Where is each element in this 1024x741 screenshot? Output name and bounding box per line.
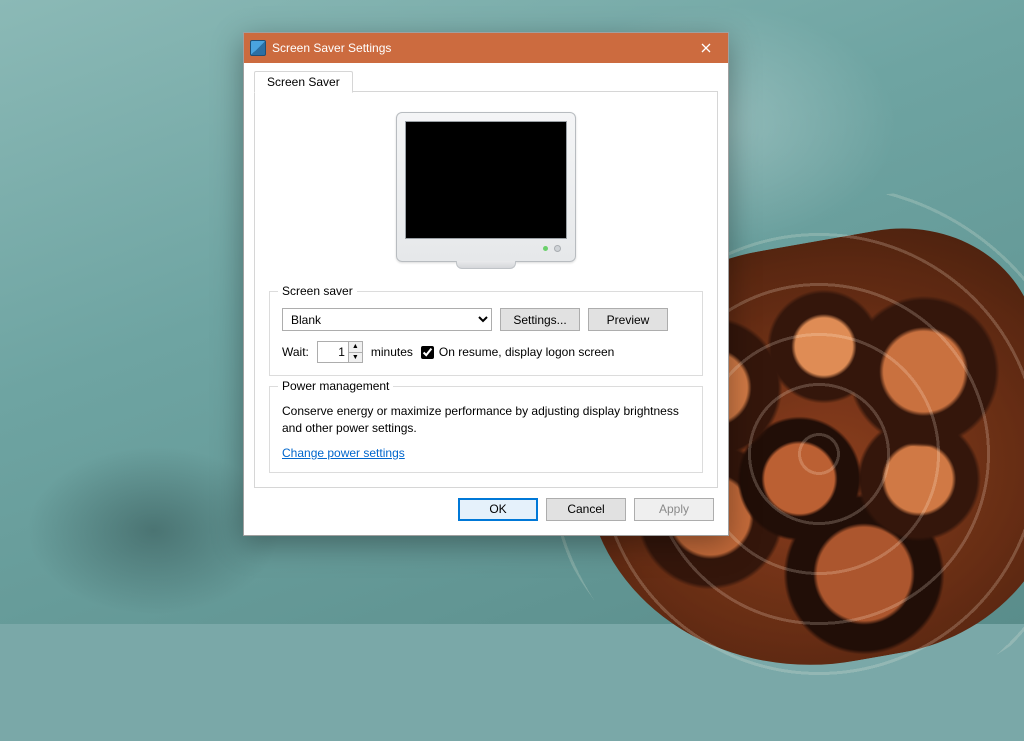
on-resume-checkbox[interactable] [421,346,434,359]
settings-button[interactable]: Settings... [500,308,580,331]
titlebar[interactable]: Screen Saver Settings [244,33,728,63]
wait-label: Wait: [282,345,309,359]
wait-minutes-spinner[interactable]: ▲ ▼ [317,341,363,363]
monitor-frame [396,112,576,262]
screen-saver-settings-dialog: Screen Saver Settings Screen Saver [243,32,729,536]
group-screen-saver: Screen saver Blank Settings... Preview W… [269,291,703,376]
group-legend: Screen saver [278,284,357,298]
power-led-icon [543,246,548,251]
apply-button[interactable]: Apply [634,498,714,521]
group-power-management: Power management Conserve energy or maxi… [269,386,703,473]
monitor-preview [269,106,703,281]
monitor-stand [456,261,516,269]
spin-up-button[interactable]: ▲ [349,342,362,353]
ok-button[interactable]: OK [458,498,538,521]
on-resume-checkbox-label[interactable]: On resume, display logon screen [421,345,614,359]
wait-minutes-input[interactable] [318,342,348,362]
wait-unit-label: minutes [371,345,413,359]
tabstrip: Screen Saver [254,69,718,92]
power-description: Conserve energy or maximize performance … [282,403,690,438]
monitor-chin [405,239,567,257]
change-power-settings-link[interactable]: Change power settings [282,446,405,460]
monitor-screen [405,121,567,239]
screensaver-select[interactable]: Blank [282,308,492,331]
dialog-action-row: OK Cancel Apply [254,488,718,525]
group-legend-power: Power management [278,379,393,393]
preview-button[interactable]: Preview [588,308,668,331]
close-icon [701,41,711,56]
tab-label: Screen Saver [267,75,340,89]
on-resume-text: On resume, display logon screen [439,345,614,359]
spin-down-button[interactable]: ▼ [349,353,362,363]
close-button[interactable] [683,33,728,63]
power-button-icon [554,245,561,252]
app-icon [250,40,266,56]
tab-panel: Screen saver Blank Settings... Preview W… [254,92,718,488]
window-title: Screen Saver Settings [272,41,683,55]
tab-screen-saver[interactable]: Screen Saver [254,71,353,93]
cancel-button[interactable]: Cancel [546,498,626,521]
